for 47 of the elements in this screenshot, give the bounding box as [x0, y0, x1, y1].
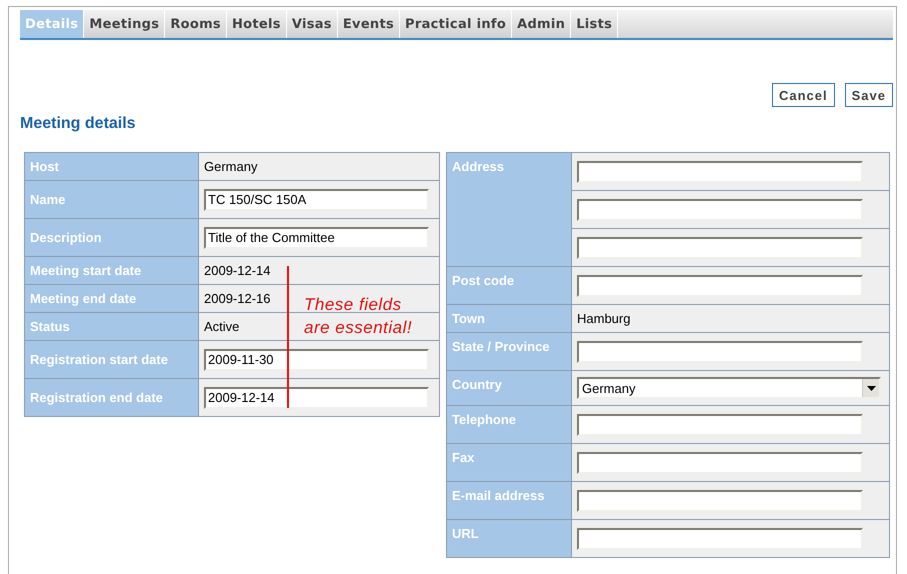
section-heading: Meeting details	[20, 115, 137, 133]
field-label: Registration start date	[24, 340, 198, 378]
field-label: Meeting start date	[24, 256, 198, 284]
text-field[interactable]: TC 150/SC 150A	[204, 188, 429, 210]
field-label: Name	[24, 180, 198, 218]
field-label: Telephone	[446, 406, 572, 444]
dropdown-value: Germany	[581, 380, 636, 396]
text-field[interactable]	[577, 160, 863, 182]
text-field[interactable]	[577, 490, 863, 512]
tab[interactable]: Meetings	[84, 10, 166, 38]
field-value: Germany	[198, 152, 440, 180]
field-label: URL	[446, 520, 572, 558]
field-label: Description	[24, 218, 198, 256]
field-label: Town	[446, 304, 572, 332]
field-label: Address	[446, 152, 572, 266]
tab[interactable]: Lists	[571, 10, 618, 38]
field-label: Host	[24, 152, 198, 180]
field-label: Post code	[446, 266, 572, 304]
text-field[interactable]: Title of the Committee	[204, 226, 429, 248]
text-field[interactable]	[577, 274, 863, 296]
field-label: State / Province	[446, 332, 572, 370]
country-dropdown[interactable]: Germany	[577, 377, 881, 399]
field-label: E-mail address	[446, 482, 572, 520]
field-value: Hamburg	[572, 304, 890, 332]
field-label: Fax	[446, 444, 572, 482]
tab[interactable]: Rooms	[165, 10, 227, 38]
annotation-note: These fields are essential!	[304, 294, 412, 339]
text-field[interactable]: 2009-12-14	[204, 386, 429, 408]
field-label: Country	[446, 370, 572, 406]
tab[interactable]: Hotels	[226, 10, 287, 38]
tab[interactable]: Admin	[512, 10, 572, 38]
tab[interactable]: Visas	[286, 10, 338, 38]
tab[interactable]: Practical info	[400, 10, 512, 38]
field-label: Registration end date	[24, 378, 198, 416]
text-field[interactable]	[577, 528, 863, 550]
text-field[interactable]	[577, 340, 863, 362]
action-button[interactable]: Cancel	[772, 83, 835, 107]
text-field[interactable]	[577, 198, 863, 220]
text-field[interactable]	[577, 236, 863, 258]
text-field[interactable]	[577, 452, 863, 474]
text-field[interactable]: 2009-11-30	[204, 348, 429, 370]
action-button[interactable]: Save	[844, 83, 893, 107]
field-value: 2009-12-14	[198, 256, 440, 284]
field-label: Meeting end date	[24, 284, 198, 312]
tab[interactable]: Events	[338, 10, 400, 38]
text-field[interactable]	[577, 414, 863, 436]
field-label: Status	[24, 312, 198, 340]
